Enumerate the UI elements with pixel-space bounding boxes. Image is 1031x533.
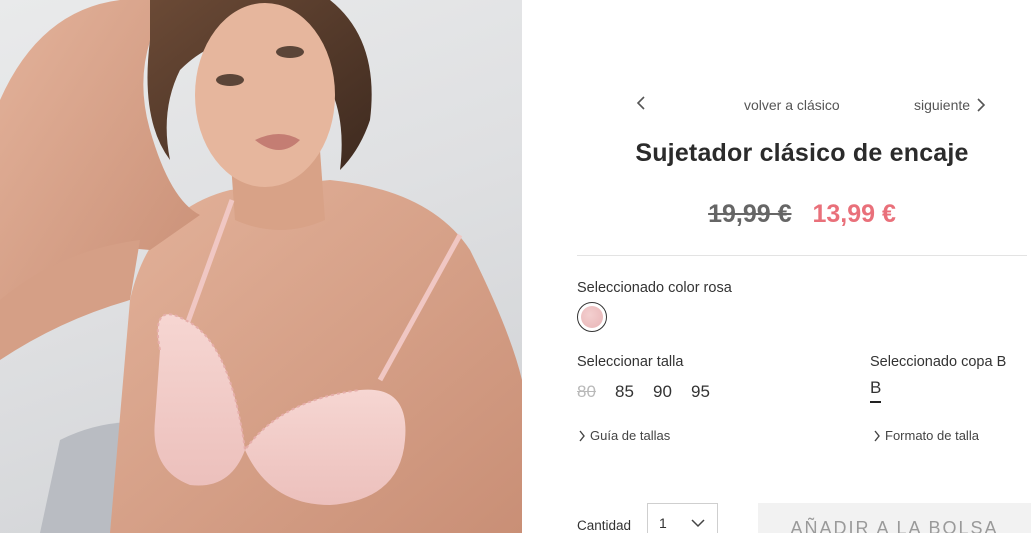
- cup-option-b[interactable]: B: [870, 378, 882, 403]
- color-label: Seleccionado color rosa: [577, 280, 732, 296]
- previous-product-button[interactable]: [636, 96, 654, 116]
- size-option-85[interactable]: 85: [615, 382, 653, 402]
- size-format-label: Formato de talla: [885, 428, 979, 443]
- next-product-link[interactable]: siguiente: [914, 97, 986, 113]
- chevron-down-icon: [691, 519, 705, 528]
- original-price: 19,99 €: [708, 200, 792, 228]
- sale-price: 13,99 €: [812, 200, 896, 228]
- back-to-category-link[interactable]: volver a clásico: [744, 97, 840, 113]
- size-option-80: 80: [577, 382, 596, 401]
- next-product-label: siguiente: [914, 97, 971, 113]
- quantity-label: Cantidad: [577, 518, 632, 533]
- product-image[interactable]: [0, 0, 522, 533]
- cup-label: Seleccionado copa B: [870, 354, 1007, 370]
- size-guide-link[interactable]: Guía de tallas: [578, 428, 670, 443]
- product-photo-illustration: [0, 0, 522, 533]
- chevron-right-icon: [579, 430, 585, 441]
- size-option-90[interactable]: 90: [653, 382, 691, 402]
- swatch-fill: [581, 306, 603, 328]
- chevron-left-icon: [636, 96, 645, 110]
- size-options: 80 85 90 95: [577, 382, 729, 402]
- size-label: Seleccionar talla: [577, 354, 684, 370]
- quantity-value: 1: [659, 515, 667, 531]
- product-page: volver a clásico siguiente Sujetador clá…: [0, 0, 1031, 533]
- chevron-right-icon: [874, 430, 880, 441]
- add-to-bag-button[interactable]: AÑADIR A LA BOLSA: [758, 503, 1031, 533]
- size-guide-label: Guía de tallas: [590, 428, 671, 443]
- size-option-95[interactable]: 95: [691, 382, 729, 402]
- color-swatch-rosa[interactable]: [577, 302, 607, 332]
- chevron-right-icon: [977, 98, 986, 112]
- quantity-select[interactable]: 1: [647, 503, 718, 533]
- price-block: 19,99 € 13,99 €: [577, 200, 1027, 229]
- divider: [577, 255, 1027, 256]
- size-format-link[interactable]: Formato de talla: [873, 428, 979, 443]
- product-title: Sujetador clásico de encaje: [635, 139, 969, 167]
